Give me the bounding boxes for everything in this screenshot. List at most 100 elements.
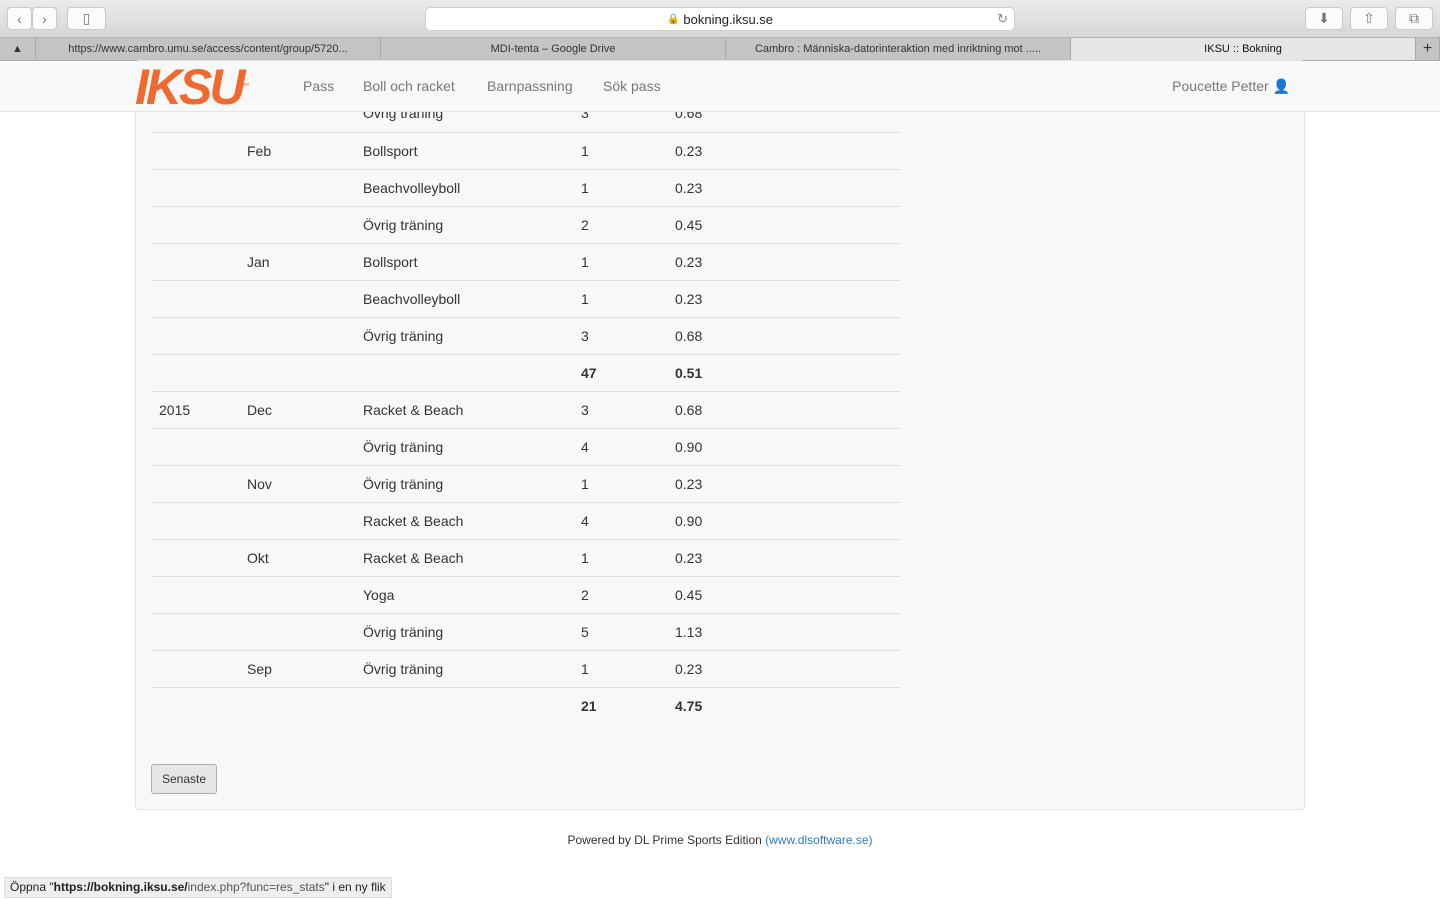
activity-cell: Övrig träning bbox=[363, 661, 444, 677]
activity-cell: Bollsport bbox=[363, 254, 418, 270]
footer-text: Powered by DL Prime Sports Edition bbox=[567, 833, 766, 847]
nav-barnpassning[interactable]: Barnpassning bbox=[487, 78, 573, 94]
table-row: Nov Övrig träning 1 0.23 bbox=[151, 465, 900, 502]
value-cell: 0.23 bbox=[675, 143, 703, 159]
count-cell: 1 bbox=[581, 291, 589, 307]
sidebar-toggle-button[interactable]: ▯ bbox=[67, 7, 106, 30]
month-cell: Nov bbox=[247, 476, 272, 492]
table-row: Jan Bollsport 1 0.23 bbox=[151, 243, 900, 280]
activity-cell: Bollsport bbox=[363, 143, 418, 159]
month-cell: Sep bbox=[247, 661, 272, 677]
activity-cell: Övrig träning bbox=[363, 624, 444, 640]
activity-cell: Övrig träning bbox=[363, 328, 444, 344]
table-row: Racket & Beach 4 0.90 bbox=[151, 502, 900, 539]
count-cell: 21 bbox=[581, 698, 597, 714]
month-cell: Okt bbox=[247, 550, 269, 566]
nav-boll-och-racket[interactable]: Boll och racket bbox=[363, 78, 455, 94]
count-cell: 1 bbox=[581, 143, 589, 159]
share-button[interactable]: ⇧ bbox=[1350, 7, 1388, 30]
back-button[interactable]: ‹ bbox=[7, 7, 32, 30]
table-row: Övrig träning 5 1.13 bbox=[151, 613, 900, 650]
count-cell: 1 bbox=[581, 550, 589, 566]
count-cell: 4 bbox=[581, 513, 589, 529]
activity-cell: Övrig träning bbox=[363, 476, 444, 492]
browser-toolbar: ‹ › ▯ 🔒 bokning.iksu.se ↻ ⬇ ⇧ ⧉ bbox=[0, 0, 1440, 38]
value-cell: 0.23 bbox=[675, 291, 703, 307]
tab-cambro-course[interactable]: Cambro : Människa-datorinteraktion med i… bbox=[726, 38, 1071, 60]
activity-cell: Övrig träning bbox=[363, 439, 444, 455]
user-icon: 👤 bbox=[1272, 78, 1290, 94]
table-row: Beachvolleyboll 1 0.23 bbox=[151, 280, 900, 317]
count-cell: 1 bbox=[581, 254, 589, 270]
tabs-overview-button[interactable]: ⧉ bbox=[1395, 7, 1433, 30]
activity-cell: Yoga bbox=[363, 587, 395, 603]
downloads-button[interactable]: ⬇ bbox=[1305, 7, 1343, 30]
value-cell: 0.23 bbox=[675, 254, 703, 270]
count-cell: 1 bbox=[581, 476, 589, 492]
value-cell: 0.51 bbox=[675, 365, 703, 381]
activity-cell: Racket & Beach bbox=[363, 402, 464, 418]
user-menu[interactable]: Poucette Petter 👤 bbox=[1172, 78, 1290, 95]
tab-bar: ▲ https://www.cambro.umu.se/access/conte… bbox=[0, 38, 1440, 61]
activity-cell: Beachvolleyboll bbox=[363, 291, 461, 307]
month-cell: Feb bbox=[247, 143, 272, 159]
value-cell: 0.23 bbox=[675, 180, 703, 196]
activity-cell: Racket & Beach bbox=[363, 550, 464, 566]
value-cell: 0.45 bbox=[675, 217, 703, 233]
count-cell: 2 bbox=[581, 587, 589, 603]
count-cell: 1 bbox=[581, 180, 589, 196]
tab-cambro-content[interactable]: https://www.cambro.umu.se/access/content… bbox=[36, 38, 381, 60]
value-cell: 0.68 bbox=[675, 328, 703, 344]
value-cell: 0.23 bbox=[675, 550, 703, 566]
table-row: Feb Bollsport 1 0.23 bbox=[151, 132, 900, 169]
table-row: Yoga 2 0.45 bbox=[151, 576, 900, 613]
value-cell: 0.90 bbox=[675, 439, 703, 455]
tab-iksu-bokning[interactable]: IKSU :: Bokning bbox=[1071, 38, 1416, 60]
count-cell: 2 bbox=[581, 217, 589, 233]
total-row: 21 4.75 bbox=[151, 687, 900, 724]
value-cell: 0.23 bbox=[675, 476, 703, 492]
table-row: Okt Racket & Beach 1 0.23 bbox=[151, 539, 900, 576]
status-bar: Öppna "https://bokning.iksu.se/index.php… bbox=[4, 877, 392, 898]
table-row: Övrig träning 4 0.90 bbox=[151, 428, 900, 465]
year-cell: 2015 bbox=[159, 402, 191, 418]
activity-cell: Racket & Beach bbox=[363, 513, 464, 529]
senaste-button[interactable]: Senaste bbox=[151, 764, 217, 794]
count-cell: 5 bbox=[581, 624, 589, 640]
new-tab-button[interactable]: + bbox=[1416, 38, 1440, 60]
forward-button[interactable]: › bbox=[32, 7, 57, 30]
tab-google-drive[interactable]: MDI-tenta – Google Drive bbox=[381, 38, 726, 60]
nav-sok-pass[interactable]: Sök pass bbox=[603, 78, 661, 94]
count-cell: 3 bbox=[581, 328, 589, 344]
drive-icon: ▲ bbox=[0, 38, 36, 60]
activity-cell: Beachvolleyboll bbox=[363, 180, 461, 196]
value-cell: 0.23 bbox=[675, 661, 703, 677]
address-bar[interactable]: 🔒 bokning.iksu.se ↻ bbox=[425, 7, 1015, 31]
table-row: Sep Övrig träning 1 0.23 bbox=[151, 650, 900, 687]
value-cell: 0.90 bbox=[675, 513, 703, 529]
value-cell: 0.68 bbox=[675, 402, 703, 418]
table-row: 2015 Dec Racket & Beach 3 0.68 bbox=[151, 391, 900, 428]
stats-table: Övrig träning 3 0.68 Feb Bollsport 1 0.23 Beach… bbox=[151, 95, 900, 724]
count-cell: 1 bbox=[581, 661, 589, 677]
table-row: Övrig träning 2 0.45 bbox=[151, 206, 900, 243]
activity-cell: Övrig träning bbox=[363, 217, 444, 233]
value-cell: 4.75 bbox=[675, 698, 703, 714]
url-text: bokning.iksu.se bbox=[683, 11, 774, 27]
count-cell: 3 bbox=[581, 402, 589, 418]
value-cell: 1.13 bbox=[675, 624, 703, 640]
iksu-logo[interactable]: IKSU™ bbox=[135, 62, 249, 112]
lock-icon: 🔒 bbox=[666, 13, 680, 25]
table-row: Beachvolleyboll 1 0.23 bbox=[151, 169, 900, 206]
month-cell: Jan bbox=[247, 254, 270, 270]
site-header: IKSU™ Pass Boll och racket Barnpassning … bbox=[0, 62, 1440, 112]
month-cell: Dec bbox=[247, 402, 272, 418]
total-row: 47 0.51 bbox=[151, 354, 900, 391]
reload-icon[interactable]: ↻ bbox=[997, 11, 1008, 27]
nav-pass[interactable]: Pass bbox=[303, 78, 334, 94]
dlsoftware-link[interactable]: (www.dlsoftware.se) bbox=[765, 833, 872, 847]
table-row: Övrig träning 3 0.68 bbox=[151, 317, 900, 354]
count-cell: 4 bbox=[581, 439, 589, 455]
count-cell: 47 bbox=[581, 365, 597, 381]
footer: Powered by DL Prime Sports Edition (www.… bbox=[0, 833, 1440, 847]
